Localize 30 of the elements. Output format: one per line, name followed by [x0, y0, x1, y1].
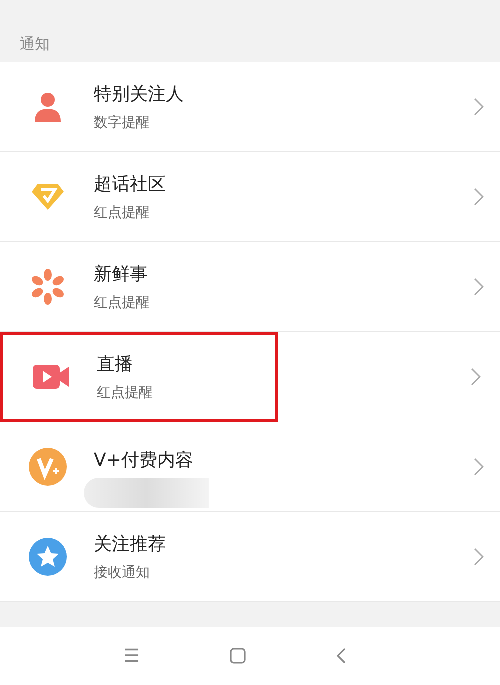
- section-title: 通知: [20, 35, 50, 54]
- flower-icon: [30, 268, 66, 304]
- chevron-icon: [474, 98, 484, 116]
- row-subtitle: 接收通知: [94, 564, 151, 582]
- settings-row[interactable]: 新鲜事 红点提醒: [0, 242, 500, 332]
- row-subtitle: 红点提醒: [94, 294, 151, 312]
- row-subtitle: 数字提醒: [94, 114, 151, 132]
- chevron-icon: [474, 188, 484, 206]
- menu-button[interactable]: ☰: [124, 646, 140, 666]
- settings-row[interactable]: V+付费内容: [0, 422, 500, 512]
- diamond-icon: [30, 182, 66, 212]
- row-title: 特别关注人: [94, 82, 185, 106]
- row-subtitle: 红点提醒: [94, 204, 151, 222]
- v-plus-icon: [29, 448, 67, 486]
- settings-row[interactable]: 关注推荐 接收通知: [0, 512, 500, 602]
- settings-row[interactable]: 特别关注人 数字提醒: [0, 62, 500, 152]
- chevron-icon: [474, 278, 484, 296]
- home-button-icon[interactable]: [230, 648, 246, 664]
- settings-row[interactable]: 超话社区 红点提醒: [0, 152, 500, 242]
- row-title: 关注推荐: [94, 532, 167, 556]
- row-title: V+付费内容: [94, 448, 194, 472]
- chevron-icon: [474, 458, 484, 476]
- row-title: 新鲜事: [94, 262, 149, 286]
- chevron-icon: [474, 548, 484, 566]
- back-icon[interactable]: [336, 648, 346, 664]
- row-title: 超话社区: [94, 172, 167, 196]
- row-subtitle: 红点提醒: [97, 384, 154, 402]
- video-camera-icon: [32, 363, 70, 391]
- chevron-icon: [471, 368, 481, 386]
- row-title: 直播: [97, 353, 134, 376]
